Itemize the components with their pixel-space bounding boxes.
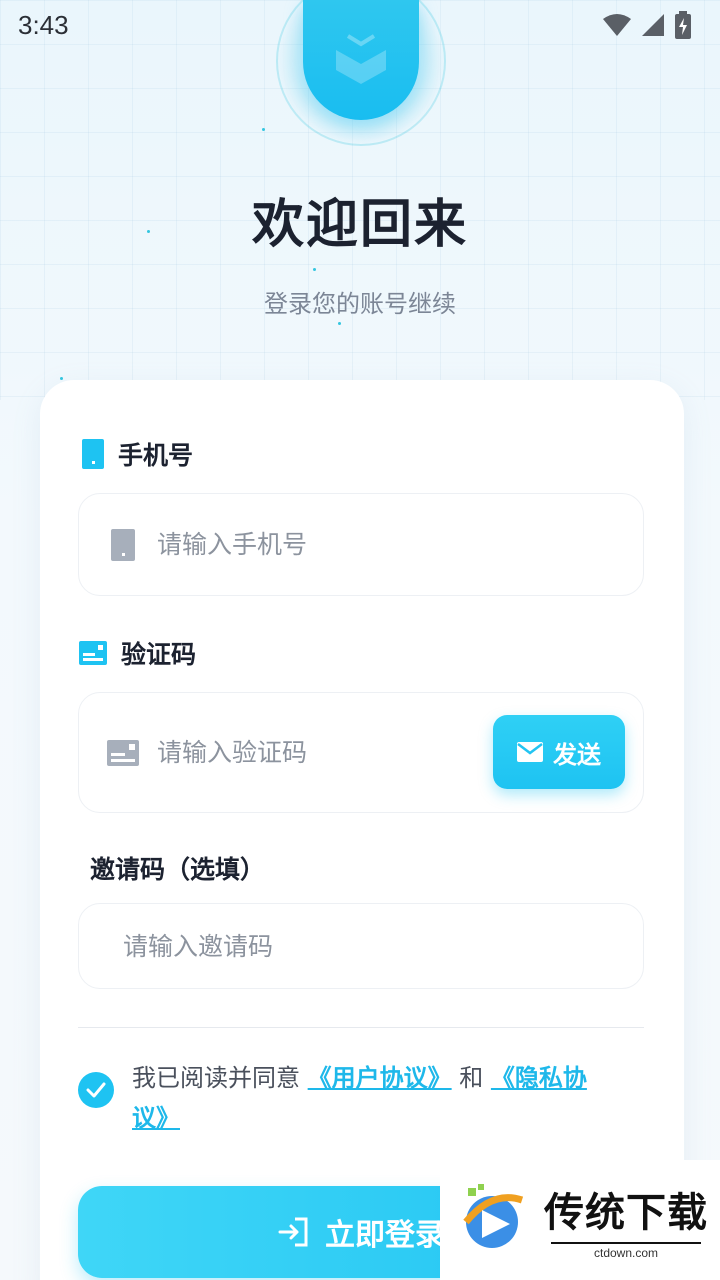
decor-dot: [338, 322, 341, 325]
agreement-row: 我已阅读并同意 《用户协议》 和 《隐私协议》: [78, 1058, 618, 1138]
watermark-title: 传统下载: [544, 1190, 708, 1236]
decor-dot: [262, 128, 265, 131]
user-agreement-link[interactable]: 《用户协议》: [308, 1064, 452, 1092]
watermark-text: 传统下载 ctdown.com: [544, 1180, 708, 1260]
code-field[interactable]: 发送: [78, 692, 644, 813]
invite-input[interactable]: [123, 931, 643, 961]
watermark-logo-icon: [463, 1184, 524, 1248]
agreement-checkbox[interactable]: [78, 1072, 114, 1108]
phone-input-icon: [111, 528, 135, 561]
login-button-label: 立即登录: [325, 1218, 445, 1253]
invite-label-text: 邀请码（选填）: [90, 855, 266, 884]
battery-icon: [675, 11, 691, 39]
phone-label-text: 手机号: [118, 441, 194, 470]
cell-signal-icon: [642, 14, 664, 36]
invite-field[interactable]: [78, 903, 644, 989]
phone-input[interactable]: [157, 530, 643, 559]
book-logo-icon: [336, 34, 386, 84]
agreement-text: 我已阅读并同意 《用户协议》 和 《隐私协议》: [132, 1058, 618, 1138]
agreement-and: 和: [451, 1064, 491, 1092]
decor-dot: [313, 268, 316, 271]
code-label-text: 验证码: [121, 640, 197, 669]
phone-field[interactable]: [78, 493, 644, 596]
watermark-url: ctdown.com: [551, 1242, 701, 1260]
page-subtitle: 登录您的账号继续: [264, 290, 456, 318]
agreement-prefix: 我已阅读并同意: [132, 1064, 308, 1092]
id-card-icon: [79, 641, 107, 665]
wifi-icon: [603, 14, 631, 36]
checkmark-icon: [86, 1082, 106, 1098]
send-code-label: 发送: [553, 740, 601, 769]
status-time: 3:43: [18, 9, 69, 40]
mail-icon: [517, 742, 543, 762]
login-arrow-icon: [278, 1217, 308, 1247]
app-logo: [303, 0, 419, 120]
invite-label: 邀请码（选填）: [90, 850, 265, 886]
code-label: 验证码: [79, 635, 196, 671]
decor-dot: [60, 377, 63, 380]
phone-icon: [82, 439, 104, 469]
site-watermark: 传统下载 ctdown.com: [440, 1160, 720, 1280]
divider: [78, 1027, 644, 1028]
send-code-button[interactable]: 发送: [493, 715, 625, 789]
page-title: 欢迎回来: [251, 195, 468, 255]
status-icons: [602, 11, 692, 39]
phone-label: 手机号: [82, 436, 193, 472]
code-input-icon: [107, 739, 139, 766]
code-input[interactable]: [157, 738, 477, 767]
